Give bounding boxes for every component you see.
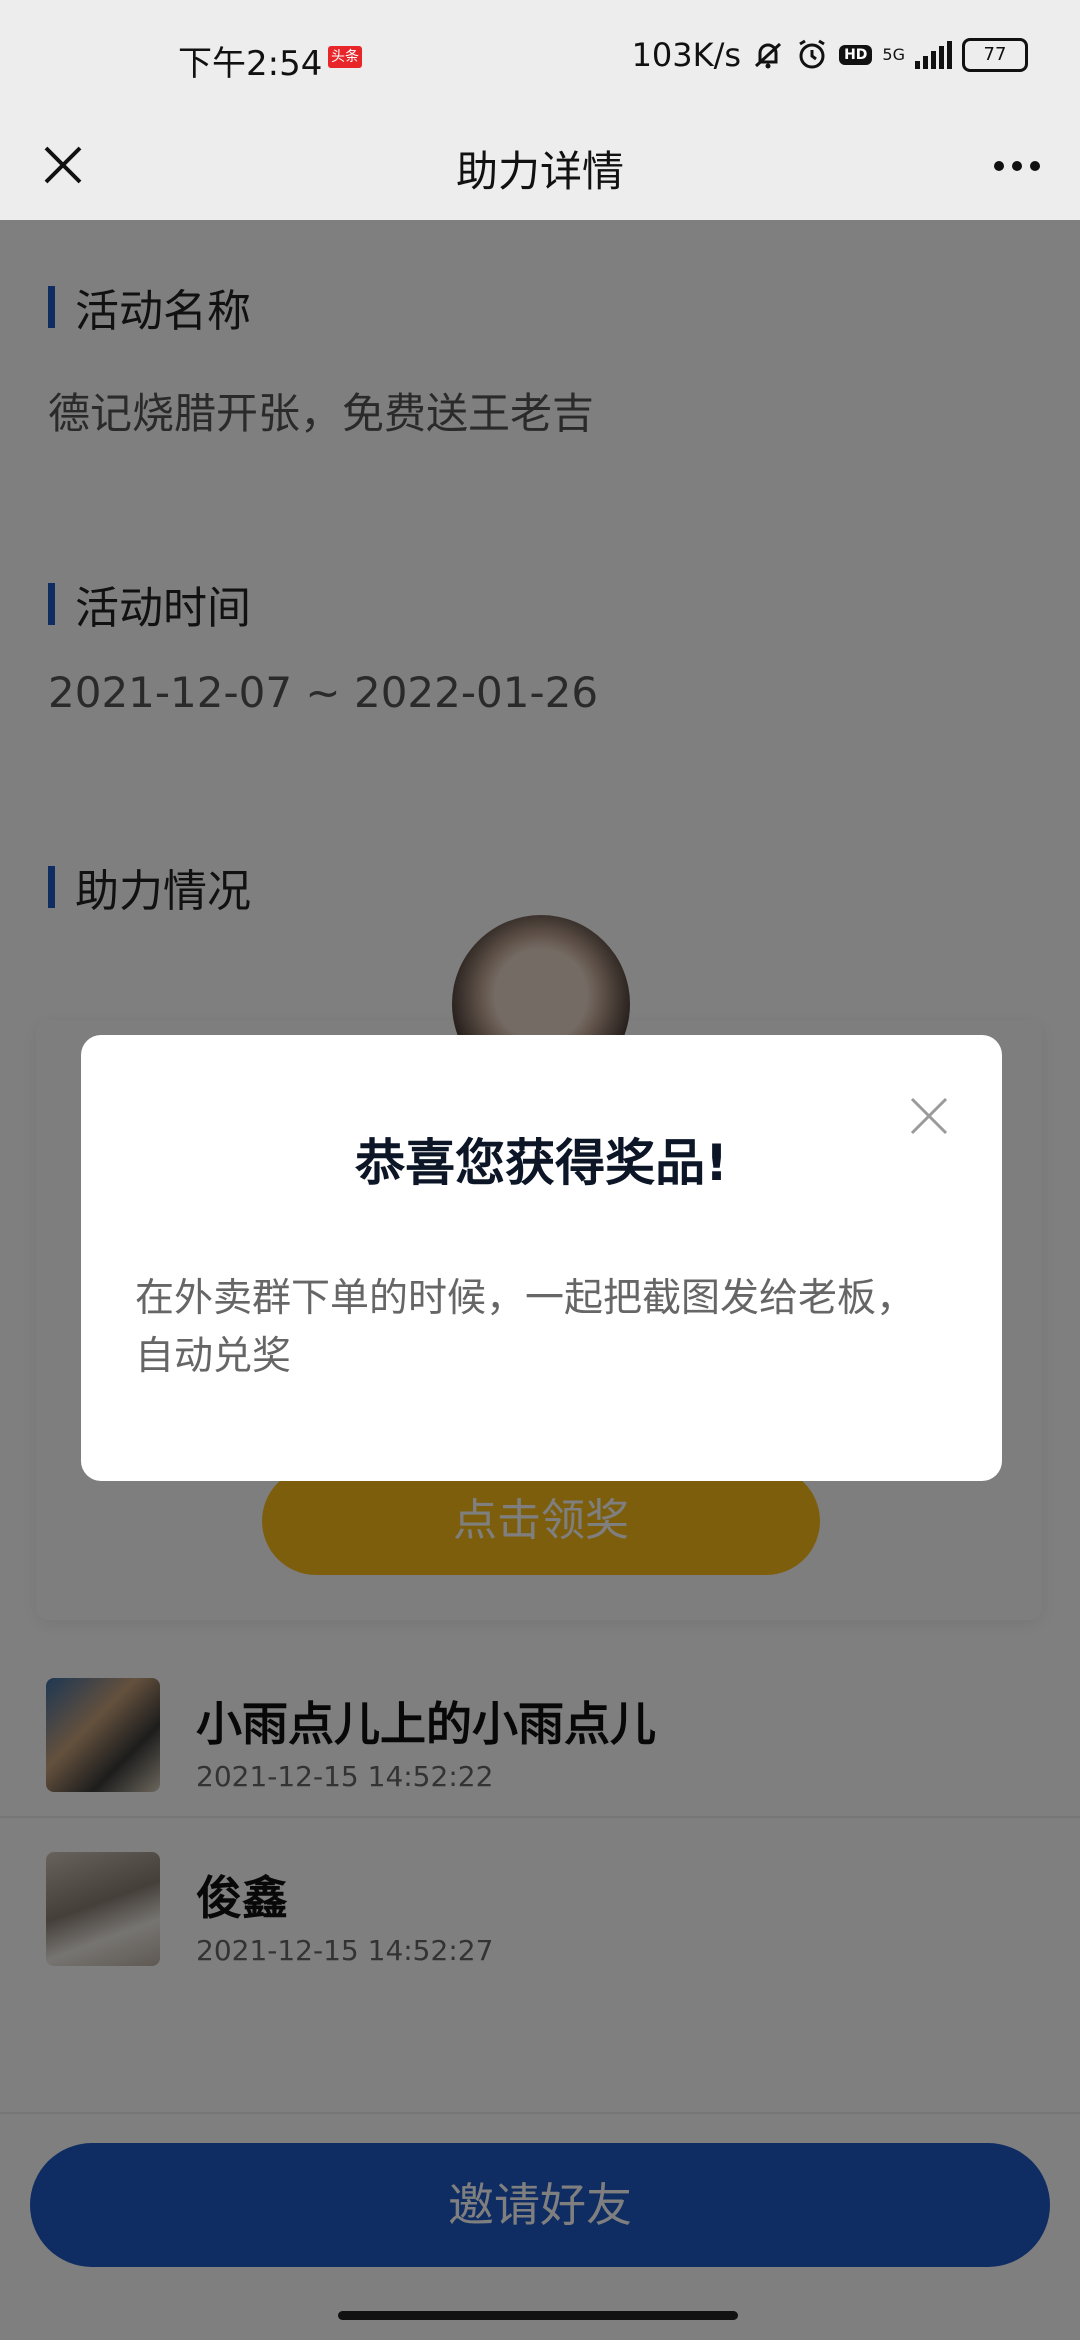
hd-icon: HD: [839, 45, 873, 65]
status-time: 下午2:54: [178, 44, 323, 84]
more-options-icon[interactable]: [984, 146, 1050, 186]
battery-icon: 77: [962, 38, 1028, 72]
network-speed: 103K/s: [631, 36, 742, 74]
signal-icon: [915, 41, 952, 69]
mute-bell-icon: [755, 42, 782, 69]
modal-title: 恭喜您获得奖品!: [355, 1134, 728, 1192]
network-type: 5G: [882, 45, 905, 64]
prize-modal: 恭喜您获得奖品! 在外卖群下单的时候，一起把截图发给老板，自动兑奖: [81, 1035, 1002, 1481]
modal-close-icon[interactable]: [908, 1095, 950, 1137]
status-bar: 下午2:54 头条 103K/s HD 5G 77: [0, 0, 1080, 110]
home-indicator[interactable]: [338, 2311, 738, 2320]
toutiao-notification-icon: 头条: [328, 46, 362, 68]
alarm-icon: [799, 39, 825, 69]
modal-message: 在外卖群下单的时候，一起把截图发给老板，自动兑奖: [135, 1276, 916, 1379]
status-indicators: 103K/s HD 5G 77: [632, 36, 1028, 74]
nav-bar: 助力详情: [0, 110, 1080, 220]
page-title: 助力详情: [455, 147, 624, 196]
